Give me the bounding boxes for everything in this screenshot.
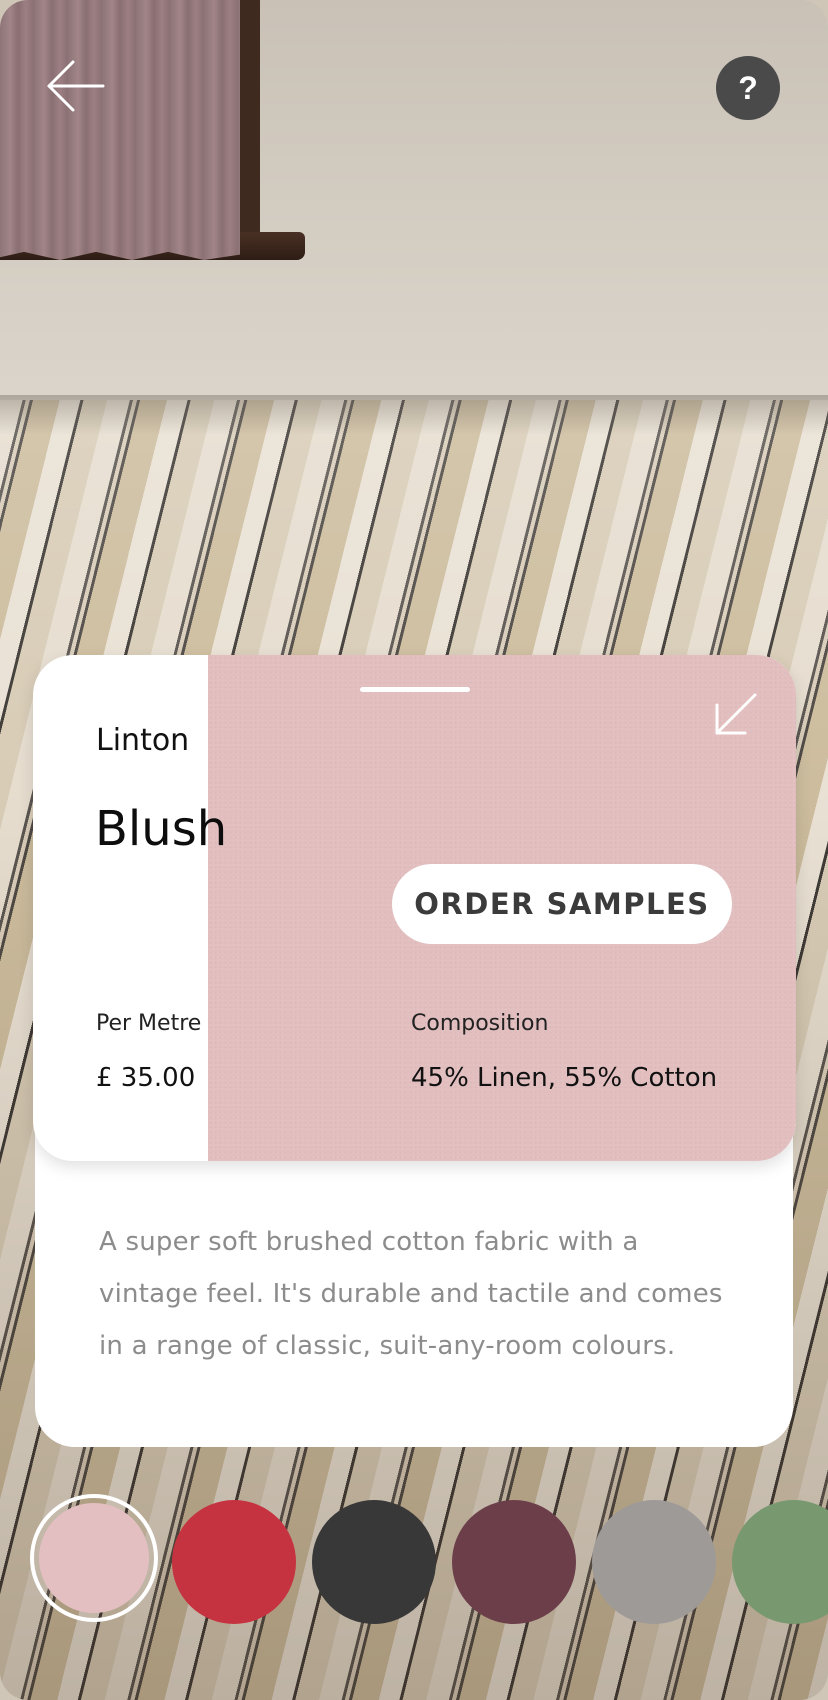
arrow-down-left-icon bbox=[715, 693, 757, 735]
swatch-grey[interactable] bbox=[592, 1500, 716, 1624]
per-metre-label: Per Metre bbox=[96, 1011, 202, 1036]
drag-handle[interactable] bbox=[360, 687, 470, 692]
swatch-sage[interactable] bbox=[732, 1500, 828, 1624]
bed-edge-shadow bbox=[0, 395, 828, 435]
composition-value: 45% Linen, 55% Cotton bbox=[411, 1063, 718, 1093]
arrow-left-icon bbox=[47, 60, 105, 112]
composition-label: Composition bbox=[411, 1011, 549, 1036]
colour-name: Blush bbox=[95, 801, 228, 857]
curtain bbox=[0, 0, 240, 260]
collapse-button[interactable] bbox=[713, 691, 769, 747]
price-value: £ 35.00 bbox=[96, 1063, 196, 1093]
colour-swatch-selector bbox=[0, 1494, 828, 1624]
swatch-blush-fill bbox=[39, 1503, 149, 1613]
swatch-blush[interactable] bbox=[30, 1494, 158, 1622]
help-label: ? bbox=[738, 69, 758, 106]
swatch-plum[interactable] bbox=[452, 1500, 576, 1624]
product-info-card: Linton Blush ORDER SAMPLES Per Metre £ 3… bbox=[33, 655, 796, 1161]
product-description: A super soft brushed cotton fabric with … bbox=[99, 1227, 723, 1361]
swatch-red[interactable] bbox=[172, 1500, 296, 1624]
swatch-charcoal[interactable] bbox=[312, 1500, 436, 1624]
help-button[interactable]: ? bbox=[716, 56, 780, 120]
back-button[interactable] bbox=[40, 56, 110, 116]
collection-name: Linton bbox=[96, 723, 190, 758]
order-samples-button[interactable]: ORDER SAMPLES bbox=[392, 864, 732, 944]
